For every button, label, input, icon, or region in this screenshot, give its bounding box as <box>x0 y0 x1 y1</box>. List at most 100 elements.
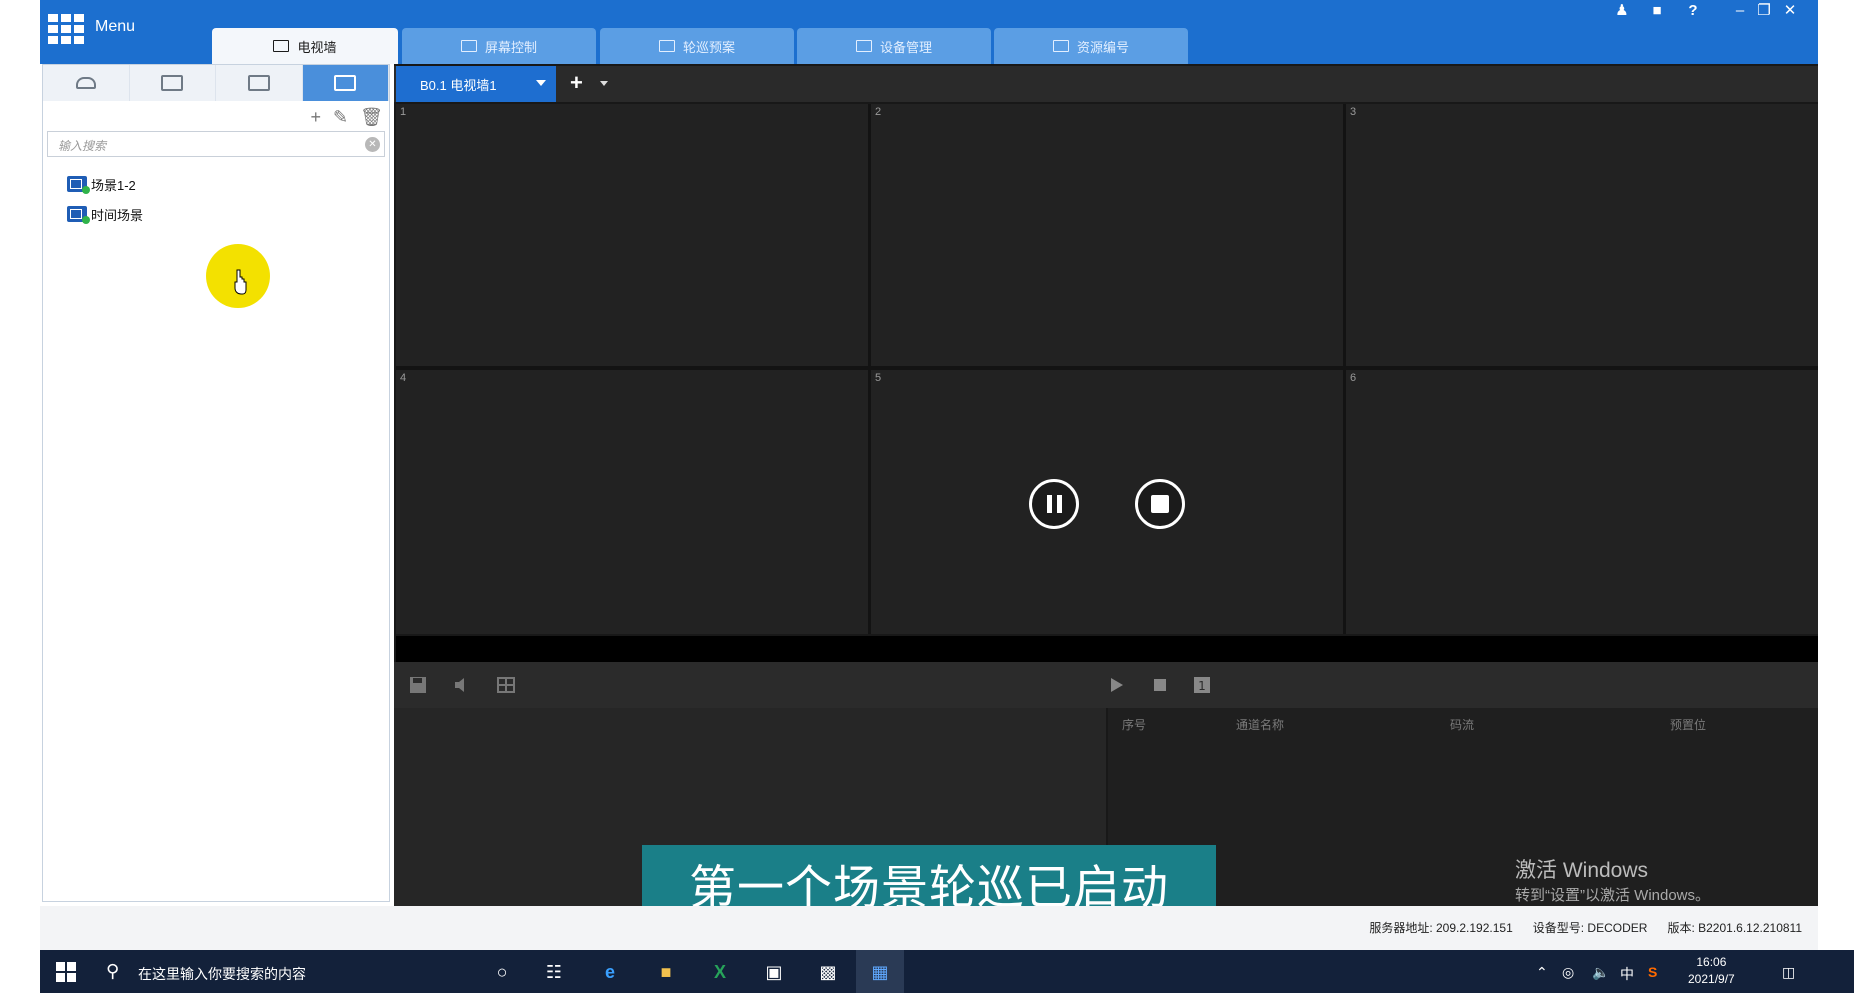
stop-small-icon[interactable] <box>1150 675 1170 695</box>
video-grid: 1 2 3 4 5 6 <box>396 104 1818 634</box>
layout-icon <box>161 75 184 91</box>
video-cell[interactable]: 4 <box>396 370 868 634</box>
task-view-icon[interactable]: ☷ <box>540 958 568 986</box>
screen: Menu 电视墙 屏幕控制 轮巡预案 设备管理 资源编号 ♟ ■ ? – ❐ ✕ <box>0 0 1854 993</box>
page-one-icon[interactable]: 1 <box>1192 675 1212 695</box>
hand-cursor-icon <box>234 269 247 295</box>
cell-number: 2 <box>875 106 882 118</box>
network-icon[interactable]: ◎ <box>1562 964 1574 981</box>
ime-indicator[interactable]: 中 <box>1620 964 1634 984</box>
volume-tray-icon[interactable]: 🔈 <box>1592 964 1609 981</box>
clock-date: 2021/9/7 <box>1688 972 1735 986</box>
tab-tv-wall[interactable]: 电视墙 <box>212 28 398 64</box>
folder-icon <box>1052 40 1069 52</box>
screen-icon <box>460 40 477 52</box>
device-icon <box>855 40 872 52</box>
tab-patrol-plan[interactable]: 轮巡预案 <box>600 28 794 64</box>
menu-label[interactable]: Menu <box>95 18 135 36</box>
tab-screen-control[interactable]: 屏幕控制 <box>402 28 596 64</box>
tree-item-time-scene[interactable]: 时间场景 <box>67 203 143 225</box>
control-bar: 1 <box>394 662 1818 708</box>
search-input[interactable]: 输入搜索 ✕ <box>47 131 385 157</box>
stop-button[interactable] <box>1135 479 1185 529</box>
svg-text:1: 1 <box>1198 679 1206 693</box>
chevron-down-icon[interactable] <box>536 80 546 86</box>
excel-icon[interactable]: X <box>706 958 734 986</box>
delete-icon[interactable]: 🗑 <box>360 107 383 128</box>
camera-icon <box>75 77 96 89</box>
video-tab-bar: B0.1 电视墙1 + <box>394 66 1818 102</box>
video-cell[interactable]: 2 <box>871 104 1343 366</box>
play-icon[interactable] <box>1106 675 1126 695</box>
left-margin <box>0 0 40 950</box>
edit-icon[interactable]: ✎ <box>333 107 348 128</box>
save-icon[interactable] <box>408 675 428 695</box>
col-index: 序号 <box>1122 718 1147 732</box>
video-cell[interactable]: 5 <box>871 370 1343 634</box>
tab-label: 资源编号 <box>1076 39 1129 55</box>
layout-split-icon[interactable] <box>496 675 516 695</box>
restore-icon[interactable]: ❐ <box>1754 0 1774 20</box>
col-preset: 预置位 <box>1670 718 1707 732</box>
taskbar-search-input[interactable]: 在这里输入你要搜索的内容 <box>138 964 306 984</box>
scene-icon <box>334 75 357 91</box>
tab-device-management[interactable]: 设备管理 <box>797 28 991 64</box>
panel-tab-scene[interactable] <box>302 65 389 101</box>
app-window-icon[interactable]: ▣ <box>760 958 788 986</box>
taskbar: ⚲ 在这里输入你要搜索的内容 ○ ☷ e ■ X ▣ ▩ ▦ ⌃ ◎ 🔈 中 S… <box>40 950 1854 993</box>
divider-bar <box>396 636 1818 662</box>
tab-label: 屏幕控制 <box>484 39 537 55</box>
cortana-icon[interactable]: ○ <box>488 958 516 986</box>
left-panel: + ✎ 🗑 输入搜索 ✕ 场景1-2 时间场景 <box>42 64 390 902</box>
tab-label: 电视墙 <box>297 39 337 55</box>
tab-label: 设备管理 <box>879 39 932 55</box>
window-icon <box>247 75 270 91</box>
user-icon[interactable]: ♟ <box>1612 0 1632 20</box>
clock[interactable]: 16:06 2021/9/7 <box>1688 954 1735 988</box>
tv-wall-icon <box>273 40 290 52</box>
windows-start-icon[interactable] <box>56 962 76 982</box>
pause-button[interactable] <box>1029 479 1079 529</box>
menu-grid-icon[interactable] <box>48 14 86 44</box>
file-explorer-icon[interactable]: ■ <box>652 958 680 986</box>
panel-tab-camera[interactable] <box>43 65 130 101</box>
panel-tab-window[interactable] <box>216 65 303 101</box>
clock-time: 16:06 <box>1696 955 1727 969</box>
cell-number: 4 <box>400 372 407 384</box>
title-bar: Menu 电视墙 屏幕控制 轮巡预案 设备管理 资源编号 ♟ ■ ? – ❐ ✕ <box>40 0 1818 64</box>
tree-item-scene-1-2[interactable]: 场景1-2 <box>67 173 136 195</box>
add-wall-icon[interactable]: + <box>570 70 583 96</box>
tray-expand-icon[interactable]: ⌃ <box>1536 964 1548 981</box>
stop-icon <box>1151 495 1169 513</box>
video-cell[interactable]: 3 <box>1346 104 1818 366</box>
cell-number: 6 <box>1350 372 1357 384</box>
video-cell[interactable]: 6 <box>1346 370 1818 634</box>
minimize-icon[interactable]: – <box>1730 0 1750 20</box>
edge-browser-icon[interactable]: e <box>596 958 624 986</box>
close-icon[interactable]: ✕ <box>1780 0 1800 20</box>
cell-number: 3 <box>1350 106 1357 118</box>
activation-watermark-title: 激活 Windows <box>1515 859 1649 882</box>
col-channel-name: 通道名称 <box>1236 718 1285 732</box>
panel-tab-layout[interactable] <box>130 65 216 101</box>
cell-number: 1 <box>400 106 407 118</box>
sogou-icon[interactable]: S <box>1648 964 1657 980</box>
right-margin <box>1818 0 1854 950</box>
help-icon[interactable]: ? <box>1683 0 1703 20</box>
remote-app-icon[interactable]: ▩ <box>814 958 842 986</box>
tab-label: B0.1 电视墙1 <box>420 77 497 93</box>
video-cell[interactable]: 1 <box>396 104 868 366</box>
chevron-down-icon[interactable] <box>600 81 608 86</box>
tree-item-label: 时间场景 <box>91 207 144 223</box>
clear-icon[interactable]: ✕ <box>365 137 380 152</box>
lock-icon[interactable]: ■ <box>1647 0 1667 20</box>
search-icon[interactable]: ⚲ <box>106 961 119 982</box>
add-icon[interactable]: + <box>311 107 322 128</box>
tab-tv-wall-1[interactable]: B0.1 电视墙1 <box>396 66 556 102</box>
panel-tabs <box>43 65 389 101</box>
status-bar: 服务器地址: 209.2.192.151 设备型号: DECODER 版本: B… <box>40 906 1818 950</box>
tab-resource-number[interactable]: 资源编号 <box>994 28 1188 64</box>
notification-icon[interactable]: ◫ <box>1782 964 1795 981</box>
volume-icon[interactable] <box>452 675 472 695</box>
decoder-app-icon[interactable]: ▦ <box>866 958 894 986</box>
